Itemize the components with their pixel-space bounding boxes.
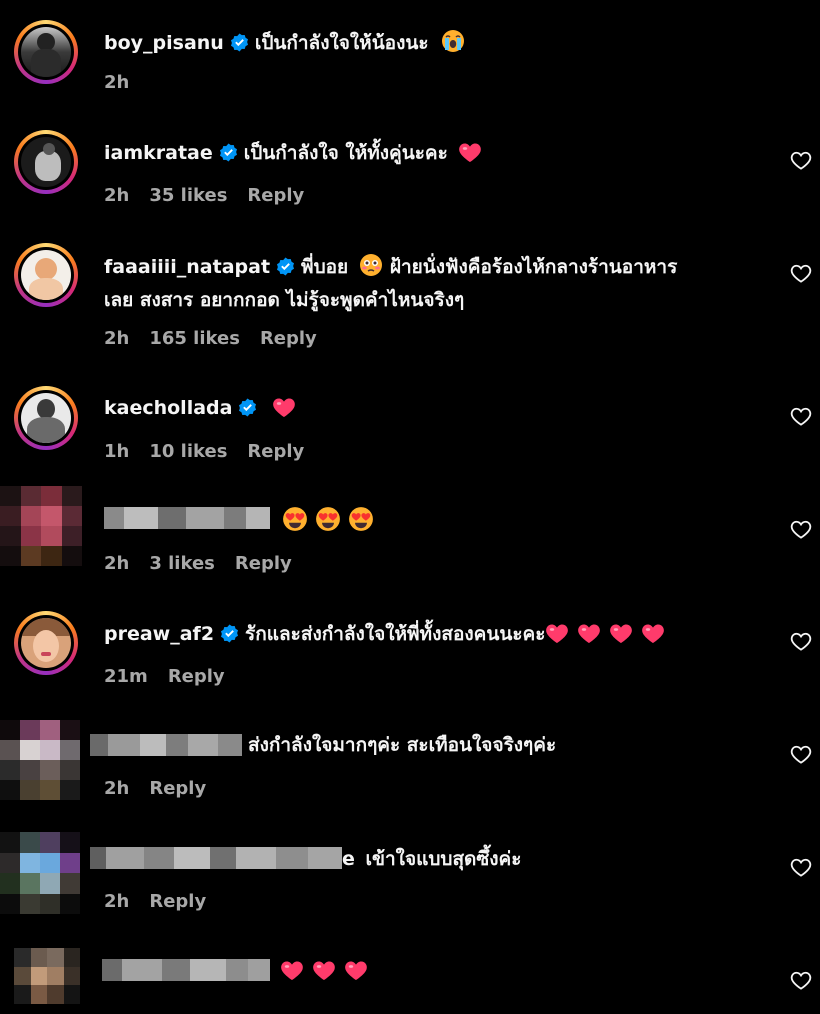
avatar[interactable]	[0, 486, 82, 566]
heart-emoji-icon	[344, 959, 368, 981]
like-heart-icon[interactable]	[790, 744, 812, 764]
comment-username[interactable]: iamkratae	[104, 142, 213, 164]
verified-badge-icon	[276, 257, 295, 276]
comment-text: ส่งกำลังใจมากๆค่ะ สะเทือนใจจริงๆค่ะ	[248, 734, 557, 756]
comment-meta: 2h Reply	[104, 778, 226, 799]
comment-text-line2: เลย สงสาร อยากกอด ไม่รู้จะพูดคำไหนจริงๆ	[104, 289, 465, 311]
avatar[interactable]	[14, 948, 80, 1004]
like-heart-icon[interactable]	[790, 263, 812, 283]
avatar[interactable]	[0, 720, 80, 800]
comment-time: 2h	[104, 72, 130, 93]
like-heart-icon[interactable]	[790, 519, 812, 539]
comment-likes[interactable]: 10 likes	[149, 441, 227, 462]
redacted-username	[104, 507, 270, 529]
comment-meta: 1h 10 likes Reply	[104, 441, 324, 462]
comment-meta: 2h	[104, 72, 149, 93]
comment-likes[interactable]: 3 likes	[149, 553, 215, 574]
avatar[interactable]	[14, 611, 78, 675]
comment-time: 1h	[104, 441, 130, 462]
heart-eyes-emoji-icon	[282, 506, 308, 532]
like-heart-icon[interactable]	[790, 857, 812, 877]
heart-emoji-icon	[545, 622, 569, 644]
comment-text: เข้าใจแบบสุดซึ้งค่ะ	[365, 848, 522, 870]
flushed-face-icon	[359, 253, 383, 277]
reply-button[interactable]: Reply	[247, 185, 304, 206]
like-heart-icon[interactable]	[790, 406, 812, 426]
comment-likes[interactable]: 165 likes	[149, 328, 240, 349]
heart-emoji-icon	[280, 959, 304, 981]
comment-meta: 2h 165 likes Reply	[104, 328, 337, 349]
reply-button[interactable]: Reply	[168, 666, 225, 687]
comment-time: 2h	[104, 778, 130, 799]
reply-button[interactable]: Reply	[260, 328, 317, 349]
redacted-username	[90, 734, 242, 756]
heart-emoji-icon	[458, 141, 482, 163]
comment-text: เป็นกำลังใจให้น้องนะ	[254, 32, 429, 54]
heart-emoji-icon	[272, 396, 296, 418]
comment-time: 2h	[104, 185, 130, 206]
like-heart-icon[interactable]	[790, 970, 812, 990]
comment-text: เป็นกำลังใจ ให้ทั้งคู่นะคะ	[243, 142, 448, 164]
verified-badge-icon	[220, 624, 239, 643]
avatar[interactable]	[14, 243, 78, 307]
redacted-username	[102, 959, 270, 981]
comment-time: 2h	[104, 553, 130, 574]
comment-likes[interactable]: 35 likes	[149, 185, 227, 206]
comment-text: รักและส่งกำลังใจให้พี่ทั้งสองคนนะคะ	[245, 623, 546, 645]
comment-text: พี่บอย	[301, 256, 349, 278]
comment-username[interactable]: faaaiiii_natapat	[104, 256, 270, 278]
reply-button[interactable]: Reply	[235, 553, 292, 574]
redacted-username	[90, 847, 342, 869]
heart-eyes-emoji-icon	[348, 506, 374, 532]
heart-emoji-icon	[577, 622, 601, 644]
reply-button[interactable]: Reply	[149, 891, 206, 912]
like-heart-icon[interactable]	[790, 150, 812, 170]
like-heart-icon[interactable]	[790, 631, 812, 651]
comment-time: 2h	[104, 891, 130, 912]
verified-badge-icon	[238, 398, 257, 417]
comment-time: 2h	[104, 328, 130, 349]
comment-meta: 21m Reply	[104, 666, 245, 687]
crying-face-icon	[441, 29, 465, 53]
heart-eyes-emoji-icon	[315, 506, 341, 532]
comment-username[interactable]: preaw_af2	[104, 623, 214, 645]
comment-time: 21m	[104, 666, 148, 687]
comment-meta: 2h 35 likes Reply	[104, 185, 324, 206]
username-visible-tail: e	[342, 848, 355, 870]
heart-emoji-icon	[641, 622, 665, 644]
verified-badge-icon	[230, 33, 249, 52]
heart-emoji-icon	[312, 959, 336, 981]
reply-button[interactable]: Reply	[149, 778, 206, 799]
avatar[interactable]	[14, 20, 78, 84]
comment-meta: 2h Reply	[104, 891, 226, 912]
comment-username[interactable]: kaechollada	[104, 397, 232, 419]
verified-badge-icon	[219, 143, 238, 162]
comment-text-continued: ฝ้ายนั่งฟังคือร้องไห้กลางร้านอาหาร	[389, 256, 678, 278]
avatar[interactable]	[14, 130, 78, 194]
comment-meta: 2h 3 likes Reply	[104, 553, 312, 574]
avatar[interactable]	[0, 832, 80, 914]
heart-emoji-icon	[609, 622, 633, 644]
comment-username[interactable]: boy_pisanu	[104, 32, 224, 54]
avatar[interactable]	[14, 386, 78, 450]
reply-button[interactable]: Reply	[247, 441, 304, 462]
